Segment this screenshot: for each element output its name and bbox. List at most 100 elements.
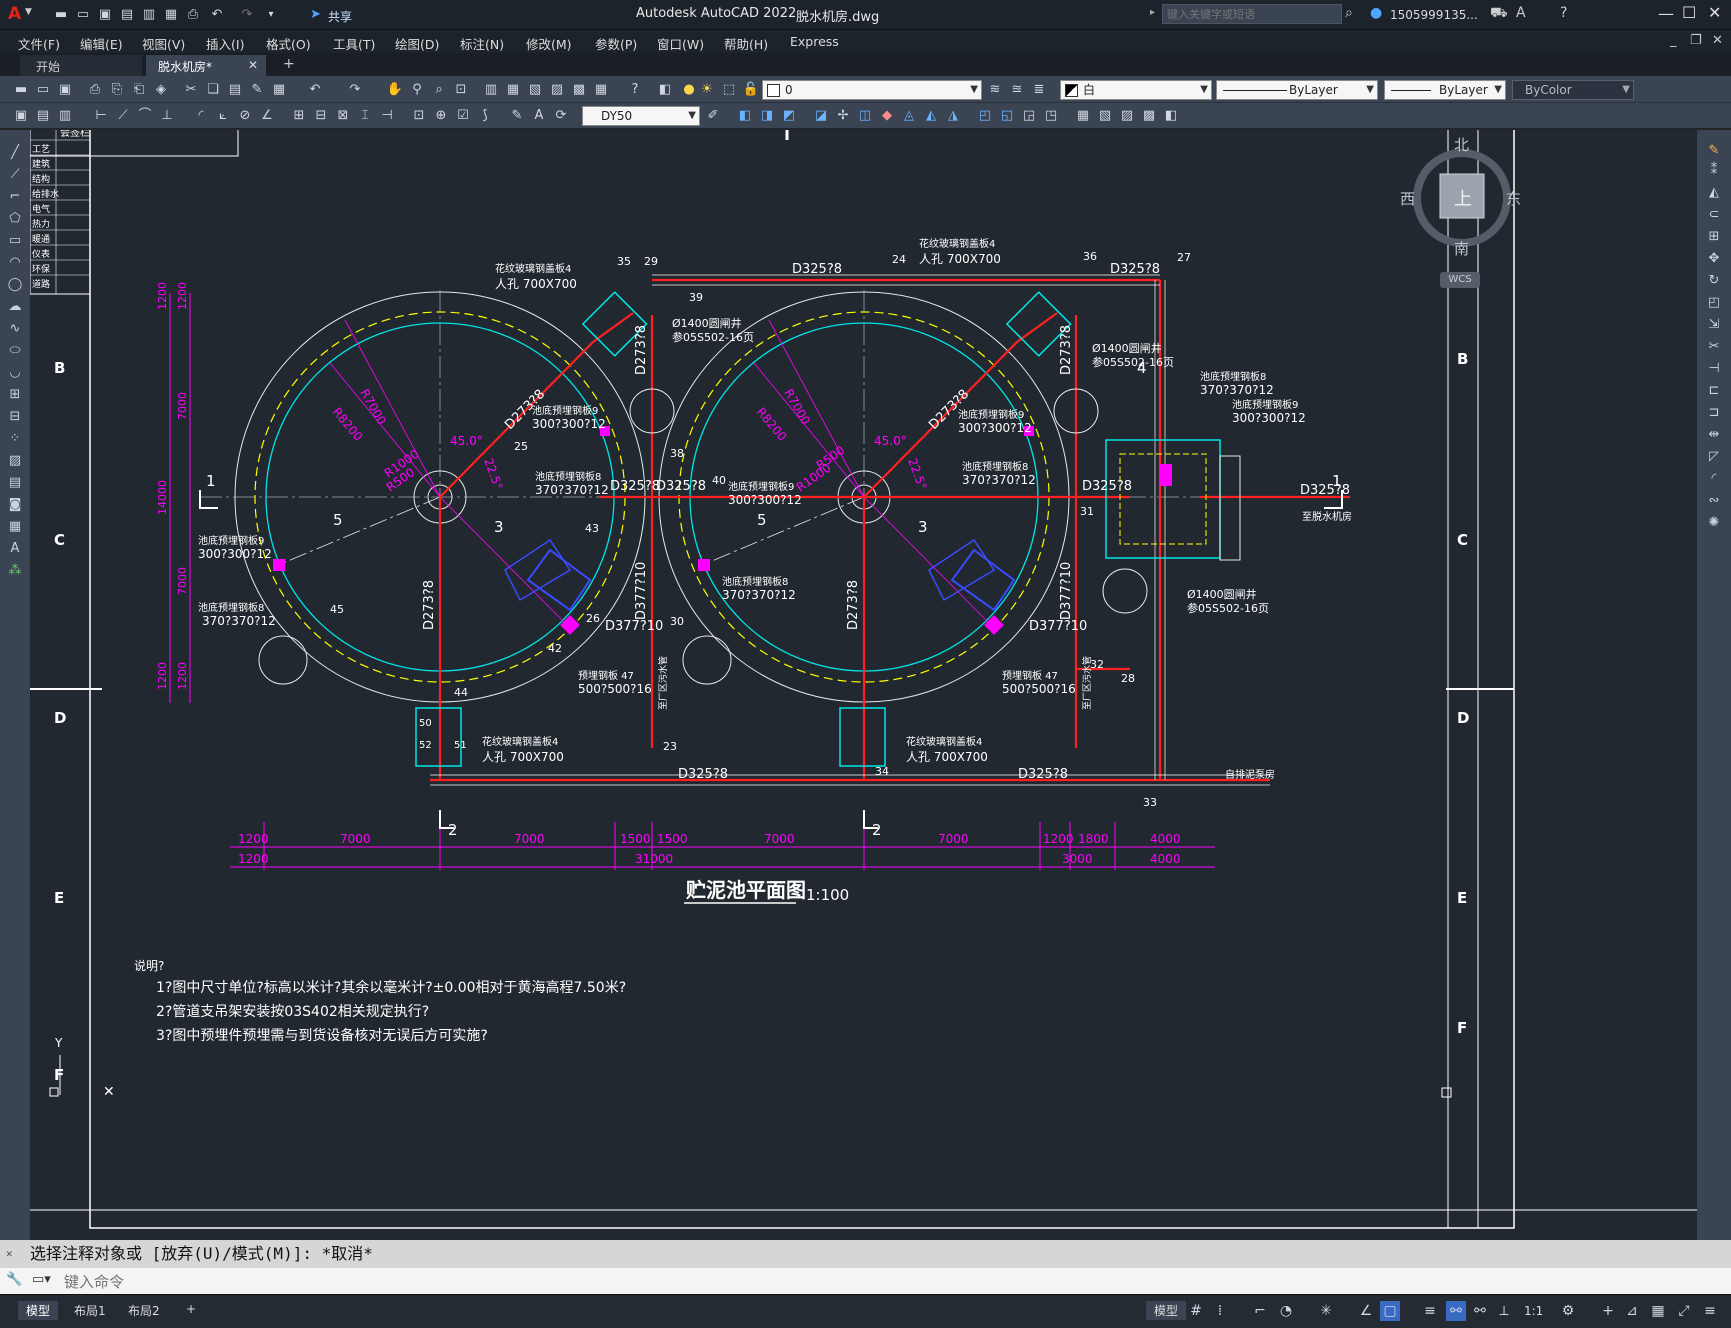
make-block-icon[interactable]: ⊟ <box>6 408 24 426</box>
layer-on-icon[interactable]: ● <box>680 81 698 99</box>
menu-format[interactable]: 格式(O) <box>266 34 311 53</box>
redo-icon[interactable]: ↷ <box>238 6 256 24</box>
blend-curves-icon[interactable]: ∾ <box>1705 492 1723 510</box>
point-icon[interactable]: ⁘ <box>6 430 24 448</box>
zoom-window-icon[interactable]: ⌕ <box>430 81 448 99</box>
menu-tools[interactable]: 工具(T) <box>333 34 375 53</box>
angular-dim-icon[interactable]: ∠ <box>258 107 276 125</box>
tab-layout1[interactable]: 布局1 <box>66 1301 114 1320</box>
continue-dim-icon[interactable]: ⊠ <box>334 107 352 125</box>
layer-isolate-icon[interactable]: ⬚ <box>720 81 738 99</box>
arc-icon[interactable]: ◠ <box>6 254 24 272</box>
wcs-menu[interactable]: WCS <box>1440 272 1480 288</box>
lineweight-icon[interactable]: ≡ <box>1420 1301 1440 1321</box>
share-icon[interactable]: ➤ <box>310 7 321 22</box>
diameter-dim-icon[interactable]: ⊘ <box>236 107 254 125</box>
viewcube-west[interactable]: 西 <box>1400 188 1415 209</box>
dim-icon-2[interactable]: ▤ <box>34 107 52 125</box>
modify-icon-14[interactable]: ◳ <box>1042 107 1060 125</box>
new-tab-button[interactable]: + <box>283 56 295 72</box>
tool-palettes-icon[interactable]: ▧ <box>526 81 544 99</box>
ortho-icon[interactable]: ⌐ <box>1250 1301 1270 1321</box>
tolerance-icon[interactable]: ⊡ <box>410 107 428 125</box>
paste-icon[interactable]: ▤ <box>226 81 244 99</box>
dim-icon-1[interactable]: ▣ <box>12 107 30 125</box>
app-menu-chevron-icon[interactable]: ▼ <box>25 7 32 17</box>
command-input[interactable] <box>62 1270 1726 1294</box>
add-layout-button[interactable]: + <box>178 1301 204 1317</box>
menu-edit[interactable]: 编辑(E) <box>80 34 123 53</box>
osnap-icon[interactable]: ▢ <box>1380 1301 1400 1321</box>
table-icon[interactable]: ▦ <box>6 518 24 536</box>
menu-view[interactable]: 视图(V) <box>142 34 185 53</box>
layer-thaw-icon[interactable]: ☀ <box>698 81 716 99</box>
insert-block-icon[interactable]: ⊞ <box>6 386 24 404</box>
doc-minimize-icon[interactable]: _ <box>1670 33 1677 48</box>
linear-dim-icon[interactable]: ⊢ <box>92 107 110 125</box>
modify-icon-16[interactable]: ▧ <box>1096 107 1114 125</box>
layer-lock-icon[interactable]: 🔓 <box>742 81 760 99</box>
baseline-dim-icon[interactable]: ⊟ <box>312 107 330 125</box>
polyline-icon[interactable]: ⌐ <box>6 188 24 206</box>
design-center-icon[interactable]: ▦ <box>504 81 522 99</box>
break-icon[interactable]: ⊐ <box>1705 404 1723 422</box>
open-from-web-icon[interactable]: ▥ <box>140 6 158 24</box>
stretch-icon[interactable]: ⇲ <box>1705 316 1723 334</box>
share-button[interactable]: 共享 <box>328 8 352 25</box>
isodraft-icon[interactable]: ∠ <box>1356 1301 1376 1321</box>
ordinate-dim-icon[interactable]: ⊥ <box>158 107 176 125</box>
qnew-icon[interactable]: ▬ <box>12 81 30 99</box>
tab-layout2[interactable]: 布局2 <box>120 1301 168 1320</box>
modify-icon-9[interactable]: ◭ <box>922 107 940 125</box>
tab-start[interactable]: 开始 <box>20 55 142 76</box>
snap-icon[interactable]: ⁞ <box>1210 1301 1230 1321</box>
menu-help[interactable]: 帮助(H) <box>724 34 768 53</box>
sheet-set-icon[interactable]: ▨ <box>548 81 566 99</box>
add-selected-icon[interactable]: ⁂ <box>6 562 24 580</box>
3d-print-icon[interactable]: ◈ <box>152 81 170 99</box>
grip-square[interactable] <box>1441 1087 1452 1098</box>
grid-icon[interactable]: # <box>1186 1301 1206 1321</box>
properties-icon[interactable]: ▥ <box>482 81 500 99</box>
dim-update-icon[interactable]: ⟳ <box>552 107 570 125</box>
menu-parametric[interactable]: 参数(P) <box>595 34 637 53</box>
tab-close-icon[interactable]: ✕ <box>248 58 258 72</box>
close-icon[interactable]: ✕ <box>1708 3 1721 22</box>
modify-icon-3[interactable]: ◩ <box>780 107 798 125</box>
ellipse-arc-icon[interactable]: ◡ <box>6 364 24 382</box>
line-icon[interactable]: ╱ <box>6 144 24 162</box>
cut-icon[interactable]: ✂ <box>182 81 200 99</box>
menu-draw[interactable]: 绘图(D) <box>395 34 439 53</box>
pan-icon[interactable]: ✋ <box>386 81 404 99</box>
center-mark-icon[interactable]: ⊕ <box>432 107 450 125</box>
menu-dimension[interactable]: 标注(N) <box>460 34 504 53</box>
save-icon[interactable]: ▣ <box>96 6 114 24</box>
extend-icon[interactable]: ⊣ <box>1705 360 1723 378</box>
open-icon[interactable]: ▭ <box>34 81 52 99</box>
command-customize-icon[interactable]: 🔧 <box>6 1272 22 1287</box>
viewcube-north[interactable]: 北 <box>1454 134 1469 155</box>
viewcube-top[interactable]: 上 <box>1454 185 1472 211</box>
hatch-icon[interactable]: ▨ <box>6 452 24 470</box>
menu-window[interactable]: 窗口(W) <box>657 34 704 53</box>
zoom-realtime-icon[interactable]: ⚲ <box>408 81 426 99</box>
modify-icon-18[interactable]: ▩ <box>1140 107 1158 125</box>
zoom-previous-icon[interactable]: ⊡ <box>452 81 470 99</box>
help-icon[interactable]: ? <box>1560 5 1567 21</box>
annotation-scale[interactable]: 1:1 <box>1524 1304 1543 1318</box>
cart-icon[interactable]: ⛟ <box>1490 5 1508 23</box>
modify-icon-15[interactable]: ▦ <box>1074 107 1092 125</box>
rectangle-icon[interactable]: ▭ <box>6 232 24 250</box>
user-icon[interactable]: ● <box>1370 5 1382 21</box>
break-at-point-icon[interactable]: ⊏ <box>1705 382 1723 400</box>
radius-dim-icon[interactable]: ◜ <box>192 107 210 125</box>
auto-scale-icon[interactable]: ⟂ <box>1494 1301 1514 1321</box>
modify-icon-1[interactable]: ◧ <box>736 107 754 125</box>
tab-document[interactable]: 脱水机房* ✕ <box>146 55 266 77</box>
workspace-gear-icon[interactable]: ⚙ <box>1558 1301 1578 1321</box>
tb-undo-icon[interactable]: ↶ <box>306 81 324 99</box>
search-icon[interactable]: ⌕ <box>1345 5 1353 21</box>
dim-edit-icon[interactable]: ✎ <box>508 107 526 125</box>
explode-icon[interactable]: ✺ <box>1705 514 1723 532</box>
search-input[interactable] <box>1162 4 1342 24</box>
